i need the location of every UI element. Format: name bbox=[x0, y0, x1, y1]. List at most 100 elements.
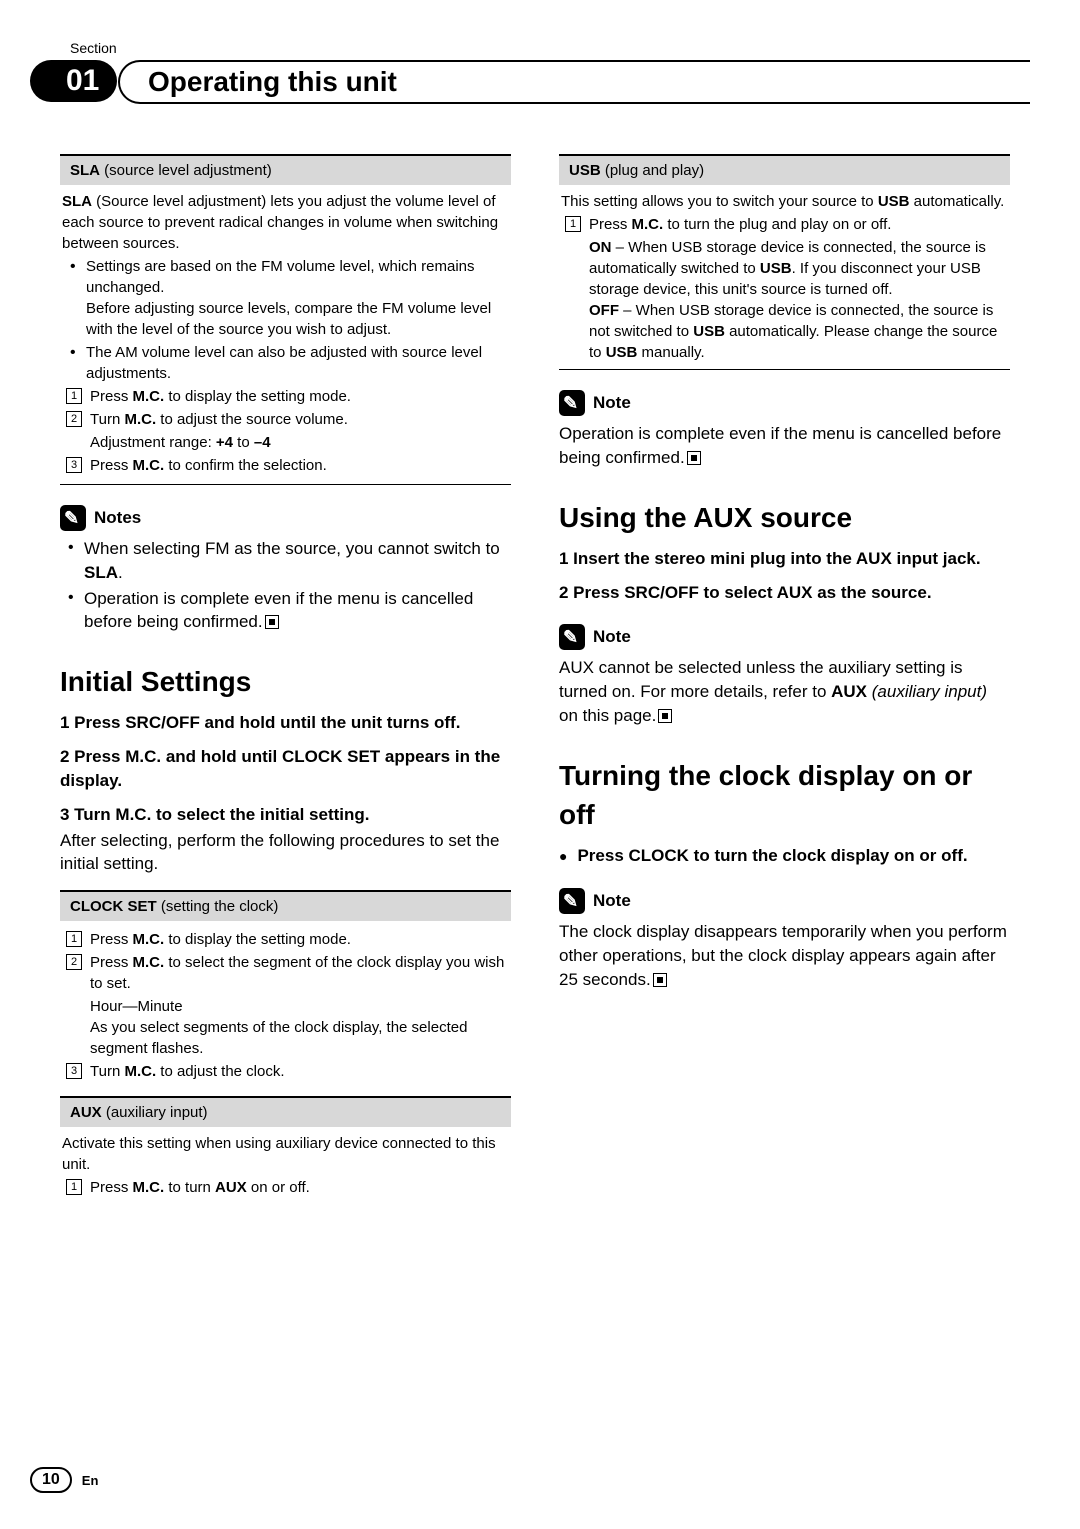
step-num-1: 1 bbox=[66, 931, 82, 947]
section-label: Section bbox=[60, 40, 1010, 56]
t: Press bbox=[90, 457, 133, 474]
t: Operation is complete even if the menu i… bbox=[559, 424, 1001, 467]
left-column: SLA (source level adjustment) SLA (Sourc… bbox=[60, 148, 511, 1206]
aux-src-step-1: 1 Insert the stereo mini plug into the A… bbox=[559, 547, 1010, 571]
step-num-3: 3 bbox=[66, 1063, 82, 1079]
right-column: USB (plug and play) This setting allows … bbox=[559, 148, 1010, 1206]
t: 1 Press SRC/OFF and hold until the unit … bbox=[60, 713, 460, 732]
t: to display the setting mode. bbox=[164, 931, 351, 948]
step-num-2: 2 bbox=[66, 411, 82, 427]
pencil-icon bbox=[559, 390, 585, 416]
clock-set-body: 1 Press M.C. to display the setting mode.… bbox=[60, 921, 511, 1090]
t: USB bbox=[878, 193, 910, 210]
t: Turn bbox=[90, 411, 124, 428]
t: –4 bbox=[254, 434, 271, 451]
sla-body: SLA (Source level adjustment) lets you a… bbox=[60, 185, 511, 485]
aux-body: Activate this setting when using auxilia… bbox=[60, 1127, 511, 1206]
aux-intro: Activate this setting when using auxilia… bbox=[62, 1133, 509, 1175]
usb-step-1: 1Press M.C. to turn the plug and play on… bbox=[561, 214, 1008, 235]
t: M.C. bbox=[124, 1063, 156, 1080]
notes-heading: Notes bbox=[60, 505, 511, 531]
t: M.C. bbox=[133, 457, 165, 474]
sla-step-1: 1 Press M.C. to display the setting mode. bbox=[62, 386, 509, 407]
t: on or off. bbox=[247, 1179, 310, 1196]
note3-body: The clock display disappears temporarily… bbox=[559, 920, 1010, 991]
step-num-1: 1 bbox=[66, 388, 82, 404]
t: AUX bbox=[70, 1104, 102, 1121]
t: (plug and play) bbox=[601, 162, 704, 179]
end-mark-icon bbox=[265, 615, 279, 629]
t: to confirm the selection. bbox=[164, 457, 327, 474]
clock-step-3: 3Turn M.C. to adjust the clock. bbox=[62, 1061, 509, 1082]
content-columns: SLA (source level adjustment) SLA (Sourc… bbox=[60, 148, 1010, 1206]
t: USB bbox=[606, 344, 638, 361]
note2-body: AUX cannot be selected unless the auxili… bbox=[559, 656, 1010, 727]
sla-intro-bold: SLA bbox=[62, 193, 92, 210]
page-number: 10 bbox=[30, 1467, 72, 1493]
page-title: Operating this unit bbox=[118, 60, 1030, 104]
step-num-1: 1 bbox=[565, 216, 581, 232]
aux-src-step-2: 2 Press SRC/OFF to select AUX as the sou… bbox=[559, 581, 1010, 605]
t: USB bbox=[760, 260, 792, 277]
initial-step-3: 3 Turn M.C. to select the initial settin… bbox=[60, 803, 511, 827]
t: manually. bbox=[637, 344, 704, 361]
t: When selecting FM as the source, you can… bbox=[84, 539, 500, 558]
usb-body: This setting allows you to switch your s… bbox=[559, 185, 1010, 370]
aux-source-heading: Using the AUX source bbox=[559, 498, 1010, 537]
t: M.C. bbox=[133, 1179, 165, 1196]
pencil-icon bbox=[60, 505, 86, 531]
clock-step-2: 2Press M.C. to select the segment of the… bbox=[62, 952, 509, 994]
sla-step-3: 3Press M.C. to confirm the selection. bbox=[62, 455, 509, 476]
sla-header: SLA (source level adjustment) bbox=[60, 154, 511, 185]
initial-settings-heading: Initial Settings bbox=[60, 662, 511, 701]
section-number-pill: 01 bbox=[30, 60, 117, 102]
clock-step-2-hm: Hour—Minute bbox=[62, 996, 509, 1017]
usb-intro: This setting allows you to switch your s… bbox=[561, 191, 1008, 212]
t: to adjust the clock. bbox=[156, 1063, 284, 1080]
sla-header-rest: (source level adjustment) bbox=[100, 162, 272, 179]
t: ON bbox=[589, 239, 612, 256]
t: to bbox=[233, 434, 254, 451]
t: 2 Press M.C. and hold until CLOCK SET ap… bbox=[60, 747, 500, 790]
t: to adjust the source volume. bbox=[156, 411, 348, 428]
notes-item-2: Operation is complete even if the menu i… bbox=[60, 587, 511, 635]
t: Press bbox=[589, 216, 632, 233]
sla-header-bold: SLA bbox=[70, 162, 100, 179]
note3-heading: Note bbox=[559, 888, 1010, 914]
t: on this page. bbox=[559, 706, 656, 725]
t: M.C. bbox=[133, 388, 165, 405]
t: (auxiliary input) bbox=[102, 1104, 208, 1121]
manual-page: Section 01 Operating this unit SLA (sour… bbox=[0, 0, 1080, 1246]
t: Press CLOCK to turn the clock display on… bbox=[577, 846, 967, 865]
t: +4 bbox=[216, 434, 233, 451]
aux-step-1: 1Press M.C. to turn AUX on or off. bbox=[62, 1177, 509, 1198]
end-mark-icon bbox=[653, 973, 667, 987]
step-num-2: 2 bbox=[66, 954, 82, 970]
sla-intro: SLA (Source level adjustment) lets you a… bbox=[62, 191, 509, 254]
clock-step-2-flash: As you select segments of the clock disp… bbox=[62, 1017, 509, 1059]
t: to turn bbox=[164, 1179, 215, 1196]
sla-intro-rest: (Source level adjustment) lets you adjus… bbox=[62, 193, 498, 252]
t: AUX bbox=[831, 682, 867, 701]
notes-title: Notes bbox=[94, 506, 141, 530]
t: M.C. bbox=[133, 931, 165, 948]
t: to display the setting mode. bbox=[164, 388, 351, 405]
initial-step-2: 2 Press M.C. and hold until CLOCK SET ap… bbox=[60, 745, 511, 793]
note2-title: Note bbox=[593, 625, 631, 649]
usb-off: OFF – When USB storage device is connect… bbox=[561, 300, 1008, 363]
t: Press bbox=[90, 954, 133, 971]
note3-title: Note bbox=[593, 889, 631, 913]
clock-set-header: CLOCK SET (setting the clock) bbox=[60, 890, 511, 921]
t: SLA bbox=[84, 563, 118, 582]
t: Press bbox=[90, 388, 133, 405]
step-num-1: 1 bbox=[66, 1179, 82, 1195]
notes-item-1: When selecting FM as the source, you can… bbox=[60, 537, 511, 585]
t: (setting the clock) bbox=[157, 898, 279, 915]
clock-display-step: Press CLOCK to turn the clock display on… bbox=[559, 844, 1010, 868]
t: automatically. bbox=[909, 193, 1004, 210]
sla-b1-a: Settings are based on the FM volume leve… bbox=[86, 258, 475, 296]
end-mark-icon bbox=[658, 709, 672, 723]
page-footer: 10 En bbox=[30, 1467, 98, 1493]
t: USB bbox=[693, 323, 725, 340]
t: Press bbox=[90, 1179, 133, 1196]
